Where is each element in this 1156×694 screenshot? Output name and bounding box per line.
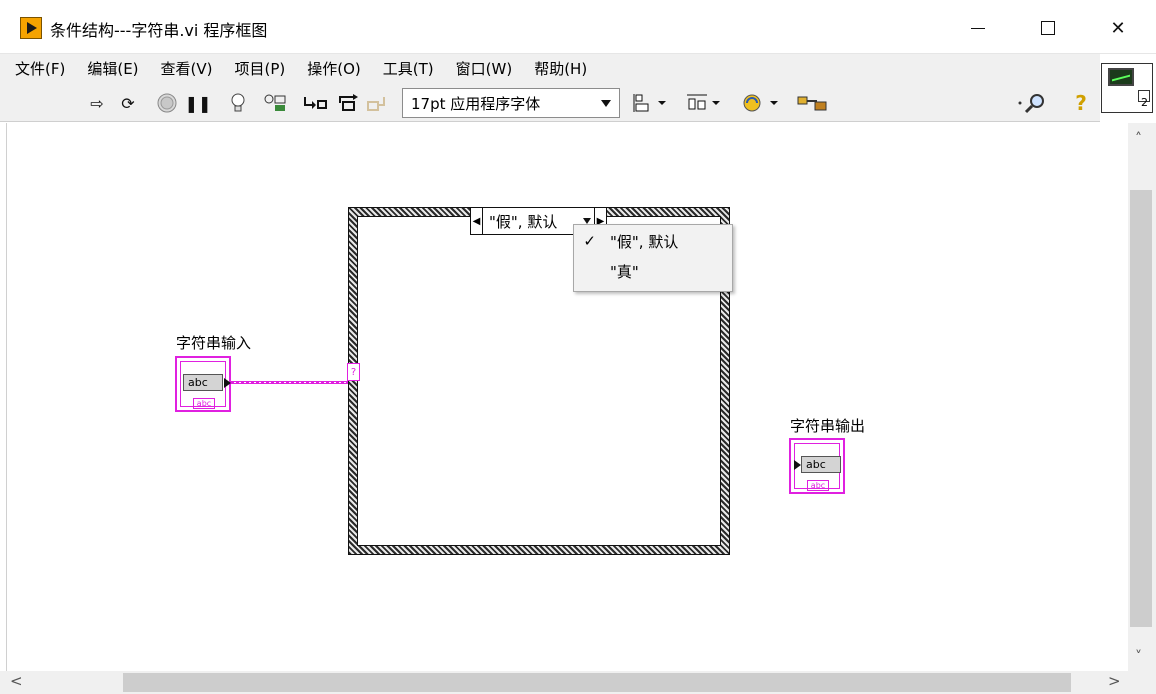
chevron-down-icon: [601, 100, 611, 107]
horizontal-scrollbar[interactable]: < >: [0, 671, 1128, 694]
string-indicator-glyph: abc: [801, 456, 841, 473]
type-tag: abc: [193, 398, 215, 409]
input-arrow-icon: [794, 460, 801, 470]
maximize-button[interactable]: [1025, 12, 1071, 44]
string-output-terminal[interactable]: abc abc: [789, 438, 845, 494]
connector-number: 2: [1141, 96, 1148, 109]
menu-project[interactable]: 项目(P): [228, 56, 293, 81]
dropdown-item-label: "假", 默认: [610, 232, 679, 251]
search-icon[interactable]: [1015, 91, 1051, 115]
dropdown-item-true[interactable]: "真": [574, 257, 732, 285]
cleanup-diagram-icon[interactable]: [795, 91, 829, 115]
labview-app-icon: [20, 17, 42, 39]
string-wire[interactable]: [231, 381, 349, 384]
minimize-icon: [971, 27, 985, 29]
menu-operate[interactable]: 操作(O): [300, 56, 368, 81]
triangle-left-icon: ◀: [472, 215, 481, 227]
case-prev-button[interactable]: ◀: [471, 208, 483, 234]
menu-window[interactable]: 窗口(W): [449, 56, 520, 81]
input-terminal-label: 字符串输入: [176, 334, 252, 352]
window-title: 条件结构---字符串.vi 程序框图: [50, 21, 268, 40]
vertical-scrollbar[interactable]: ˄ ˅: [1128, 123, 1156, 671]
type-tag: abc: [807, 480, 829, 491]
scroll-right-icon[interactable]: >: [1108, 672, 1121, 690]
vertical-scroll-thumb[interactable]: [1130, 190, 1152, 627]
title-bar: 条件结构---字符串.vi 程序框图 ✕: [0, 0, 1156, 54]
string-control-glyph: abc: [183, 374, 223, 391]
menu-bar: 文件(F) 编辑(E) 查看(V) 项目(P) 操作(O) 工具(T) 窗口(W…: [0, 54, 1100, 82]
case-dropdown-menu: ✓ "假", 默认 "真": [573, 224, 733, 292]
case-selector-terminal[interactable]: ?: [347, 363, 360, 381]
align-objects-icon[interactable]: [633, 91, 669, 115]
step-over-icon[interactable]: [337, 91, 361, 115]
maximize-icon: [1041, 21, 1055, 35]
lightbulb-icon[interactable]: [227, 91, 249, 115]
run-arrow-icon[interactable]: ⇨: [87, 91, 107, 115]
minimize-button[interactable]: [955, 12, 1001, 44]
font-select-value: 17pt 应用程序字体: [411, 94, 541, 113]
dropdown-item-false-default[interactable]: ✓ "假", 默认: [574, 227, 732, 255]
scroll-up-icon[interactable]: ˄: [1135, 131, 1142, 147]
connector-pane-icon[interactable]: 2: [1101, 63, 1153, 113]
step-into-icon[interactable]: [302, 91, 328, 115]
horizontal-scroll-thumb[interactable]: [123, 673, 1071, 692]
menu-tools[interactable]: 工具(T): [376, 56, 441, 81]
retain-wire-values-icon[interactable]: [263, 91, 291, 115]
abort-icon[interactable]: [155, 91, 179, 115]
checkmark-icon: ✓: [583, 232, 596, 250]
run-continuous-icon[interactable]: ⟳: [116, 91, 140, 115]
scroll-down-icon[interactable]: ˅: [1135, 649, 1142, 665]
distribute-objects-icon[interactable]: [685, 91, 723, 115]
menu-edit[interactable]: 编辑(E): [80, 56, 145, 81]
string-input-terminal[interactable]: abc abc: [175, 356, 231, 412]
selector-terminal-glyph: ?: [350, 366, 357, 378]
help-icon[interactable]: ?: [1070, 91, 1092, 115]
output-terminal-label: 字符串输出: [790, 417, 866, 435]
resize-grip[interactable]: [1128, 671, 1156, 694]
menu-file[interactable]: 文件(F): [8, 56, 72, 81]
output-arrow-icon: [224, 378, 231, 388]
case-selector-label: "假", 默认: [489, 212, 558, 231]
menu-help[interactable]: 帮助(H): [527, 56, 594, 81]
vi-icon: [1108, 68, 1134, 86]
reorder-icon[interactable]: [741, 91, 781, 115]
close-button[interactable]: ✕: [1095, 12, 1141, 44]
menu-view[interactable]: 查看(V): [154, 56, 220, 81]
step-out-icon[interactable]: [366, 91, 390, 115]
close-icon: ✕: [1110, 17, 1126, 39]
pause-icon[interactable]: ❚❚: [185, 91, 212, 115]
dropdown-item-label: "真": [610, 262, 639, 281]
font-select[interactable]: 17pt 应用程序字体: [402, 88, 620, 118]
scroll-left-icon[interactable]: <: [10, 672, 23, 690]
